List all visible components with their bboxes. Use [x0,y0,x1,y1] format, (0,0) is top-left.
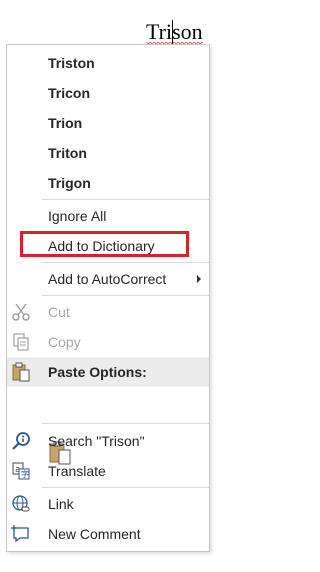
add-to-autocorrect-label: Add to AutoCorrect [48,271,167,287]
cut-label: Cut [48,304,70,320]
suggestion-triton[interactable]: Triton [7,138,209,168]
paste-options-header: Paste Options: [7,357,209,387]
search-item[interactable]: Search "Trison" [7,426,209,456]
menu-separator [42,199,209,200]
suggestion-label: Trion [48,115,83,131]
translate-item[interactable]: a字 Translate [7,456,209,486]
translate-icon: a字 [11,461,31,481]
ignore-all-item[interactable]: Ignore All [7,201,209,231]
paste-options-label: Paste Options: [48,364,147,380]
link-item[interactable]: Link [7,489,209,519]
globe-link-icon [11,494,31,514]
suggestion-trigon[interactable]: Trigon [7,168,209,198]
suggestion-label: Triton [48,145,87,161]
copy-item[interactable]: Copy [7,327,209,357]
smart-lookup-icon [11,431,31,451]
menu-separator [42,295,209,296]
scissors-icon [11,302,31,322]
search-label: Search "Trison" [48,433,145,449]
suggestion-label: Triston [48,55,95,71]
suggestion-trion[interactable]: Trion [7,108,209,138]
suggestion-tricon[interactable]: Tricon [7,78,209,108]
new-comment-item[interactable]: New Comment [7,519,209,549]
translate-label: Translate [48,463,106,479]
link-label: Link [48,496,74,512]
suggestion-label: Trigon [48,175,91,191]
add-to-autocorrect-item[interactable]: Add to AutoCorrect [7,264,209,294]
copy-icon [11,332,31,352]
menu-separator [42,423,209,424]
svg-text:字: 字 [21,469,29,479]
highlight-box [20,231,189,257]
clipboard-icon [11,362,31,382]
ignore-all-label: Ignore All [48,208,107,224]
new-comment-label: New Comment [48,526,141,542]
copy-label: Copy [48,334,81,350]
misspelled-word-text: Trison [146,19,203,44]
misspelled-word[interactable]: Trison [146,18,203,46]
comment-icon [11,524,31,544]
cut-item[interactable]: Cut [7,297,209,327]
suggestion-triston[interactable]: Triston [7,48,209,78]
submenu-arrow-icon [197,275,201,283]
menu-separator [42,487,209,488]
menu-separator [42,262,209,263]
text-cursor [172,20,173,44]
context-menu: Triston Tricon Trion Triton Trigon Ignor… [6,44,210,552]
suggestion-label: Tricon [48,85,91,101]
